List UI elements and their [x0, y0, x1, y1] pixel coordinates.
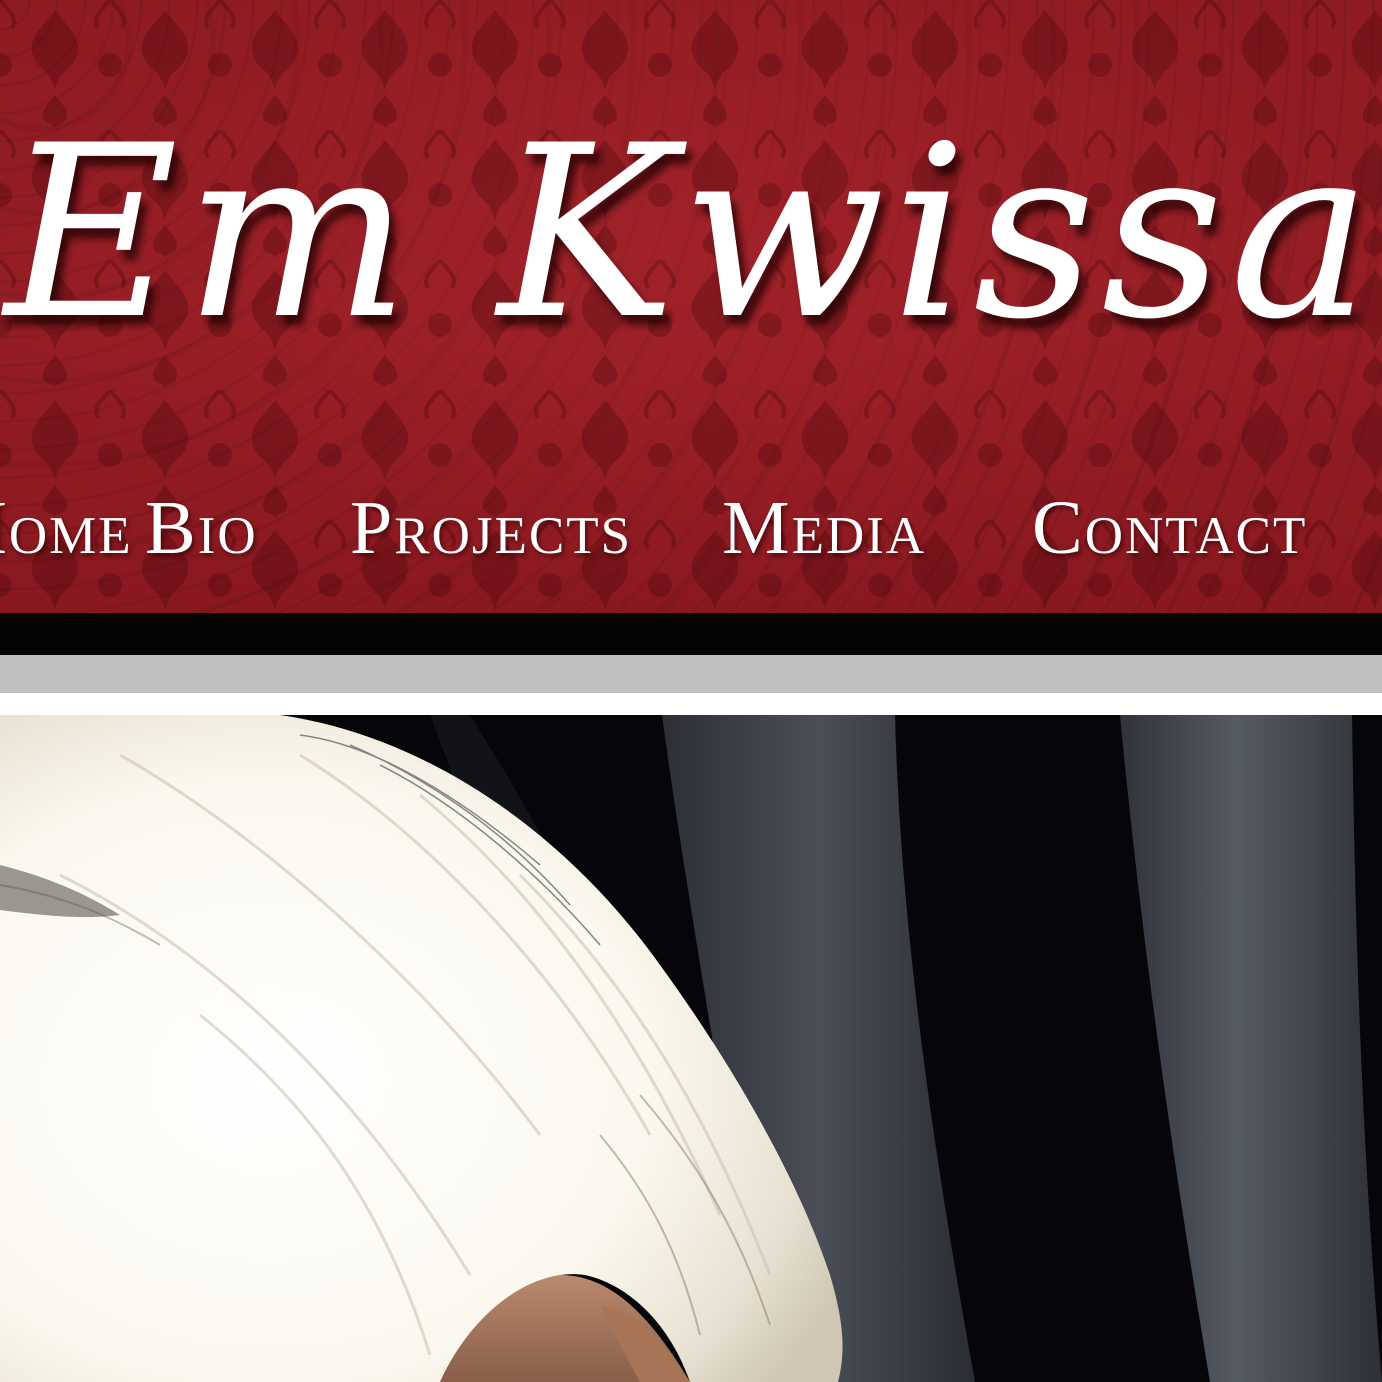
- nav-item-media[interactable]: Media: [722, 478, 926, 588]
- header-divider-white: [0, 693, 1382, 715]
- nav-item-bio[interactable]: Bio: [145, 478, 258, 588]
- site-header: Em Kwissa Home Bio Projects Media Contac…: [0, 0, 1382, 613]
- site-title-text: Em Kwissa: [1, 95, 1378, 372]
- page: Em Kwissa Home Bio Projects Media Contac…: [0, 0, 1382, 1382]
- main-nav: Home Bio Projects Media Contact: [0, 478, 1382, 588]
- portrait-photo: [0, 715, 1382, 1382]
- nav-item-contact[interactable]: Contact: [1032, 478, 1307, 588]
- header-divider-black: [0, 613, 1382, 655]
- site-logo-title[interactable]: Em Kwissa: [1, 60, 1372, 390]
- nav-item-home[interactable]: Home: [0, 478, 133, 588]
- nav-item-projects[interactable]: Projects: [350, 478, 632, 588]
- hero-photo: [0, 715, 1382, 1382]
- header-divider-grey: [0, 655, 1382, 693]
